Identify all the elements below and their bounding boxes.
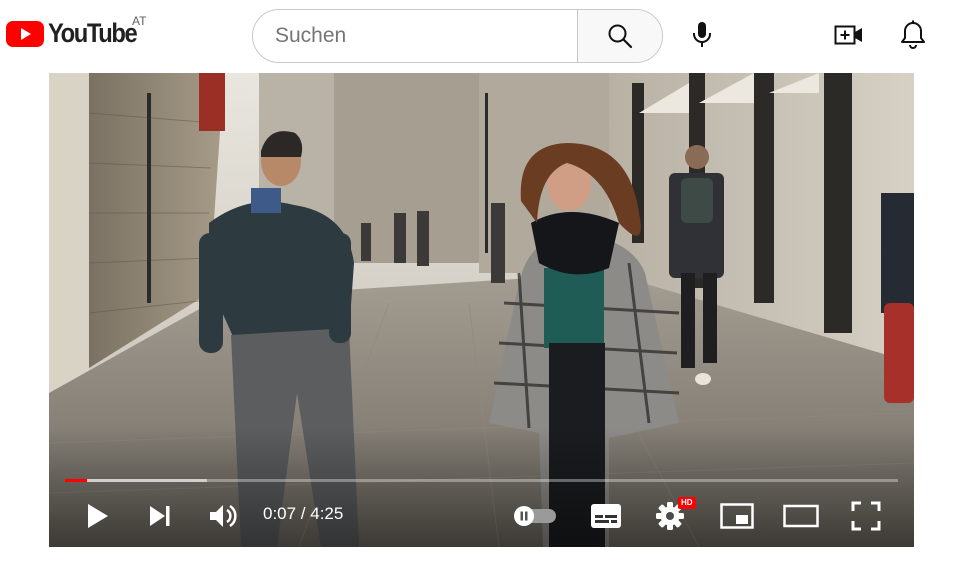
time-display: 0:07 / 4:25	[263, 504, 344, 523]
create-video-button[interactable]	[829, 15, 869, 55]
region-code: AT	[132, 14, 147, 28]
fullscreen-button[interactable]	[846, 498, 886, 534]
search-input[interactable]	[253, 10, 577, 62]
create-video-icon	[834, 25, 862, 45]
next-button[interactable]	[142, 498, 178, 534]
youtube-play-logo-icon	[6, 20, 44, 47]
youtube-logo[interactable]: YouTube	[6, 18, 148, 49]
notifications-button[interactable]	[893, 15, 933, 55]
play-button[interactable]	[79, 498, 115, 534]
progress-bar[interactable]	[65, 479, 898, 482]
theater-mode-button[interactable]	[781, 498, 821, 534]
miniplayer-icon	[720, 503, 754, 529]
autoplay-toggle[interactable]	[511, 498, 559, 534]
notifications-bell-icon	[901, 20, 925, 49]
theater-mode-icon	[783, 504, 819, 528]
search-icon	[608, 24, 633, 49]
autoplay-toggle-icon	[514, 506, 556, 526]
next-icon	[150, 506, 170, 526]
masthead: YouTube AT	[0, 0, 956, 70]
subtitles-icon	[591, 504, 621, 528]
mic-icon	[693, 22, 711, 47]
search-box	[252, 9, 663, 63]
progress-played	[65, 479, 88, 482]
miniplayer-button[interactable]	[717, 498, 757, 534]
fullscreen-icon	[851, 501, 881, 531]
video-player[interactable]: 0:07 / 4:25 HD	[49, 73, 914, 547]
voice-search-button[interactable]	[682, 15, 722, 55]
volume-button[interactable]	[205, 498, 241, 534]
logo-text: YouTube	[48, 18, 138, 48]
play-icon	[88, 504, 108, 528]
hd-badge: HD	[678, 497, 696, 509]
volume-icon	[210, 504, 237, 528]
search-button[interactable]	[577, 10, 662, 62]
subtitles-button[interactable]	[587, 498, 625, 534]
